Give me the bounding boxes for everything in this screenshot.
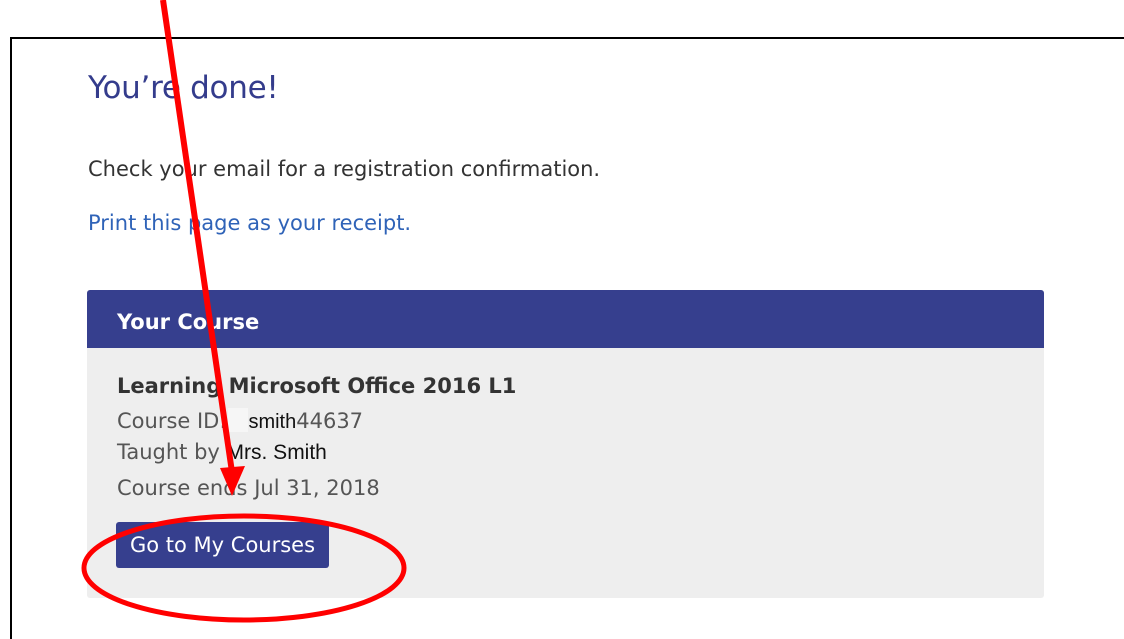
course-end-date: Jul 31, 2018 — [254, 476, 380, 500]
redaction-block — [228, 408, 249, 432]
course-ends-line: Course ends Jul 31, 2018 — [117, 476, 380, 500]
course-panel-header: Your Course — [87, 290, 1044, 348]
course-panel: Your Course Learning Microsoft Office 20… — [87, 290, 1044, 598]
taught-by-line: Taught by Mrs. Smith — [117, 440, 327, 465]
email-instruction: Check your email for a registration conf… — [88, 157, 601, 181]
taught-by-label: Taught by — [117, 440, 220, 464]
course-id-label: Course ID: — [117, 409, 227, 433]
go-to-my-courses-button[interactable]: Go to My Courses — [116, 522, 330, 568]
screenshot-stage: You’re done! Check your email for a regi… — [0, 0, 1124, 639]
course-id-prefix: smith — [248, 411, 297, 433]
course-title: Learning Microsoft Office 2016 L1 — [117, 374, 517, 398]
course-ends-label: Course ends — [117, 476, 248, 500]
print-receipt-link[interactable]: Print this page as your receipt. — [88, 211, 411, 235]
page-title: You’re done! — [88, 70, 279, 106]
course-id-line: Course ID: smith44637 — [117, 408, 363, 434]
teacher-name: Mrs. Smith — [226, 441, 327, 464]
course-id-number: 44637 — [296, 409, 364, 433]
